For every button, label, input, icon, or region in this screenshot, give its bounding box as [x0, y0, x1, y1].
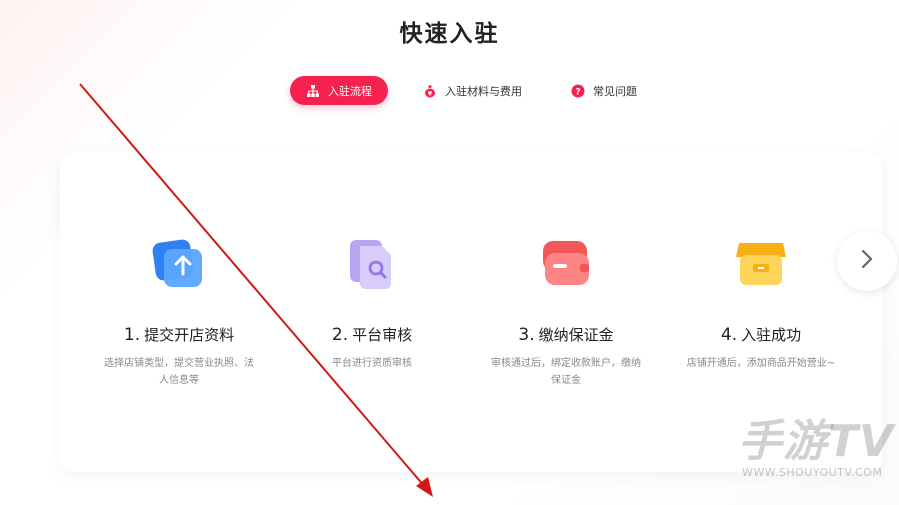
wallet-icon — [539, 237, 593, 291]
step-2: 2. 平台审核 平台进行资质审核 — [297, 237, 447, 372]
step-number: 2. — [331, 325, 349, 345]
step-number: 4. — [720, 325, 738, 345]
upload-icon — [152, 237, 206, 291]
chevron-right-icon — [857, 247, 877, 275]
watermark-logo: 手游TV — [738, 416, 895, 467]
step-number: 3. — [518, 325, 535, 345]
step-title: 缴纳保证金 — [538, 326, 614, 344]
step-number: 1. — [123, 325, 141, 345]
step-title: 平台审核 — [352, 326, 413, 344]
document-search-icon — [345, 237, 399, 291]
step-title: 入驻成功 — [741, 326, 802, 344]
step-description: 选择店铺类型，提交营业执照、法人信息等 — [104, 358, 254, 386]
svg-text:?: ? — [575, 87, 580, 97]
store-icon — [734, 237, 788, 291]
org-chart-icon — [306, 84, 320, 98]
step-description: 店铺开通后，添加商品开始营业~ — [686, 358, 836, 369]
next-slide-button[interactable] — [837, 231, 897, 291]
tab-faq[interactable]: ? 常见问题 — [571, 76, 637, 105]
tab-label: 常见问题 — [593, 84, 637, 98]
tab-label: 入驻流程 — [328, 84, 372, 98]
step-description: 审核通过后，绑定收款账户，缴纳保证金 — [491, 358, 641, 386]
step-4: 4. 入驻成功 店铺开通后，添加商品开始营业~ — [686, 237, 836, 372]
question-icon: ? — [571, 84, 585, 98]
step-3: 3. 缴纳保证金 审核通过后，绑定收款账户，缴纳保证金 — [491, 237, 641, 389]
watermark: 手游TV WWW.SHOUYOUTV.COM — [738, 416, 898, 480]
tab-materials-fees[interactable]: ¥ 入驻材料与费用 — [423, 76, 522, 105]
step-description: 平台进行资质审核 — [332, 358, 412, 369]
tab-label: 入驻材料与费用 — [445, 84, 522, 98]
page-title: 快速入驻 — [399, 21, 500, 47]
tab-onboarding-process[interactable]: 入驻流程 — [290, 76, 388, 105]
step-title: 提交开店资料 — [144, 326, 235, 344]
money-bag-icon: ¥ — [423, 84, 437, 98]
step-1: 1. 提交开店资料 选择店铺类型，提交营业执照、法人信息等 — [104, 237, 254, 389]
watermark-url: WWW.SHOUYOUTV.COM — [742, 466, 883, 479]
